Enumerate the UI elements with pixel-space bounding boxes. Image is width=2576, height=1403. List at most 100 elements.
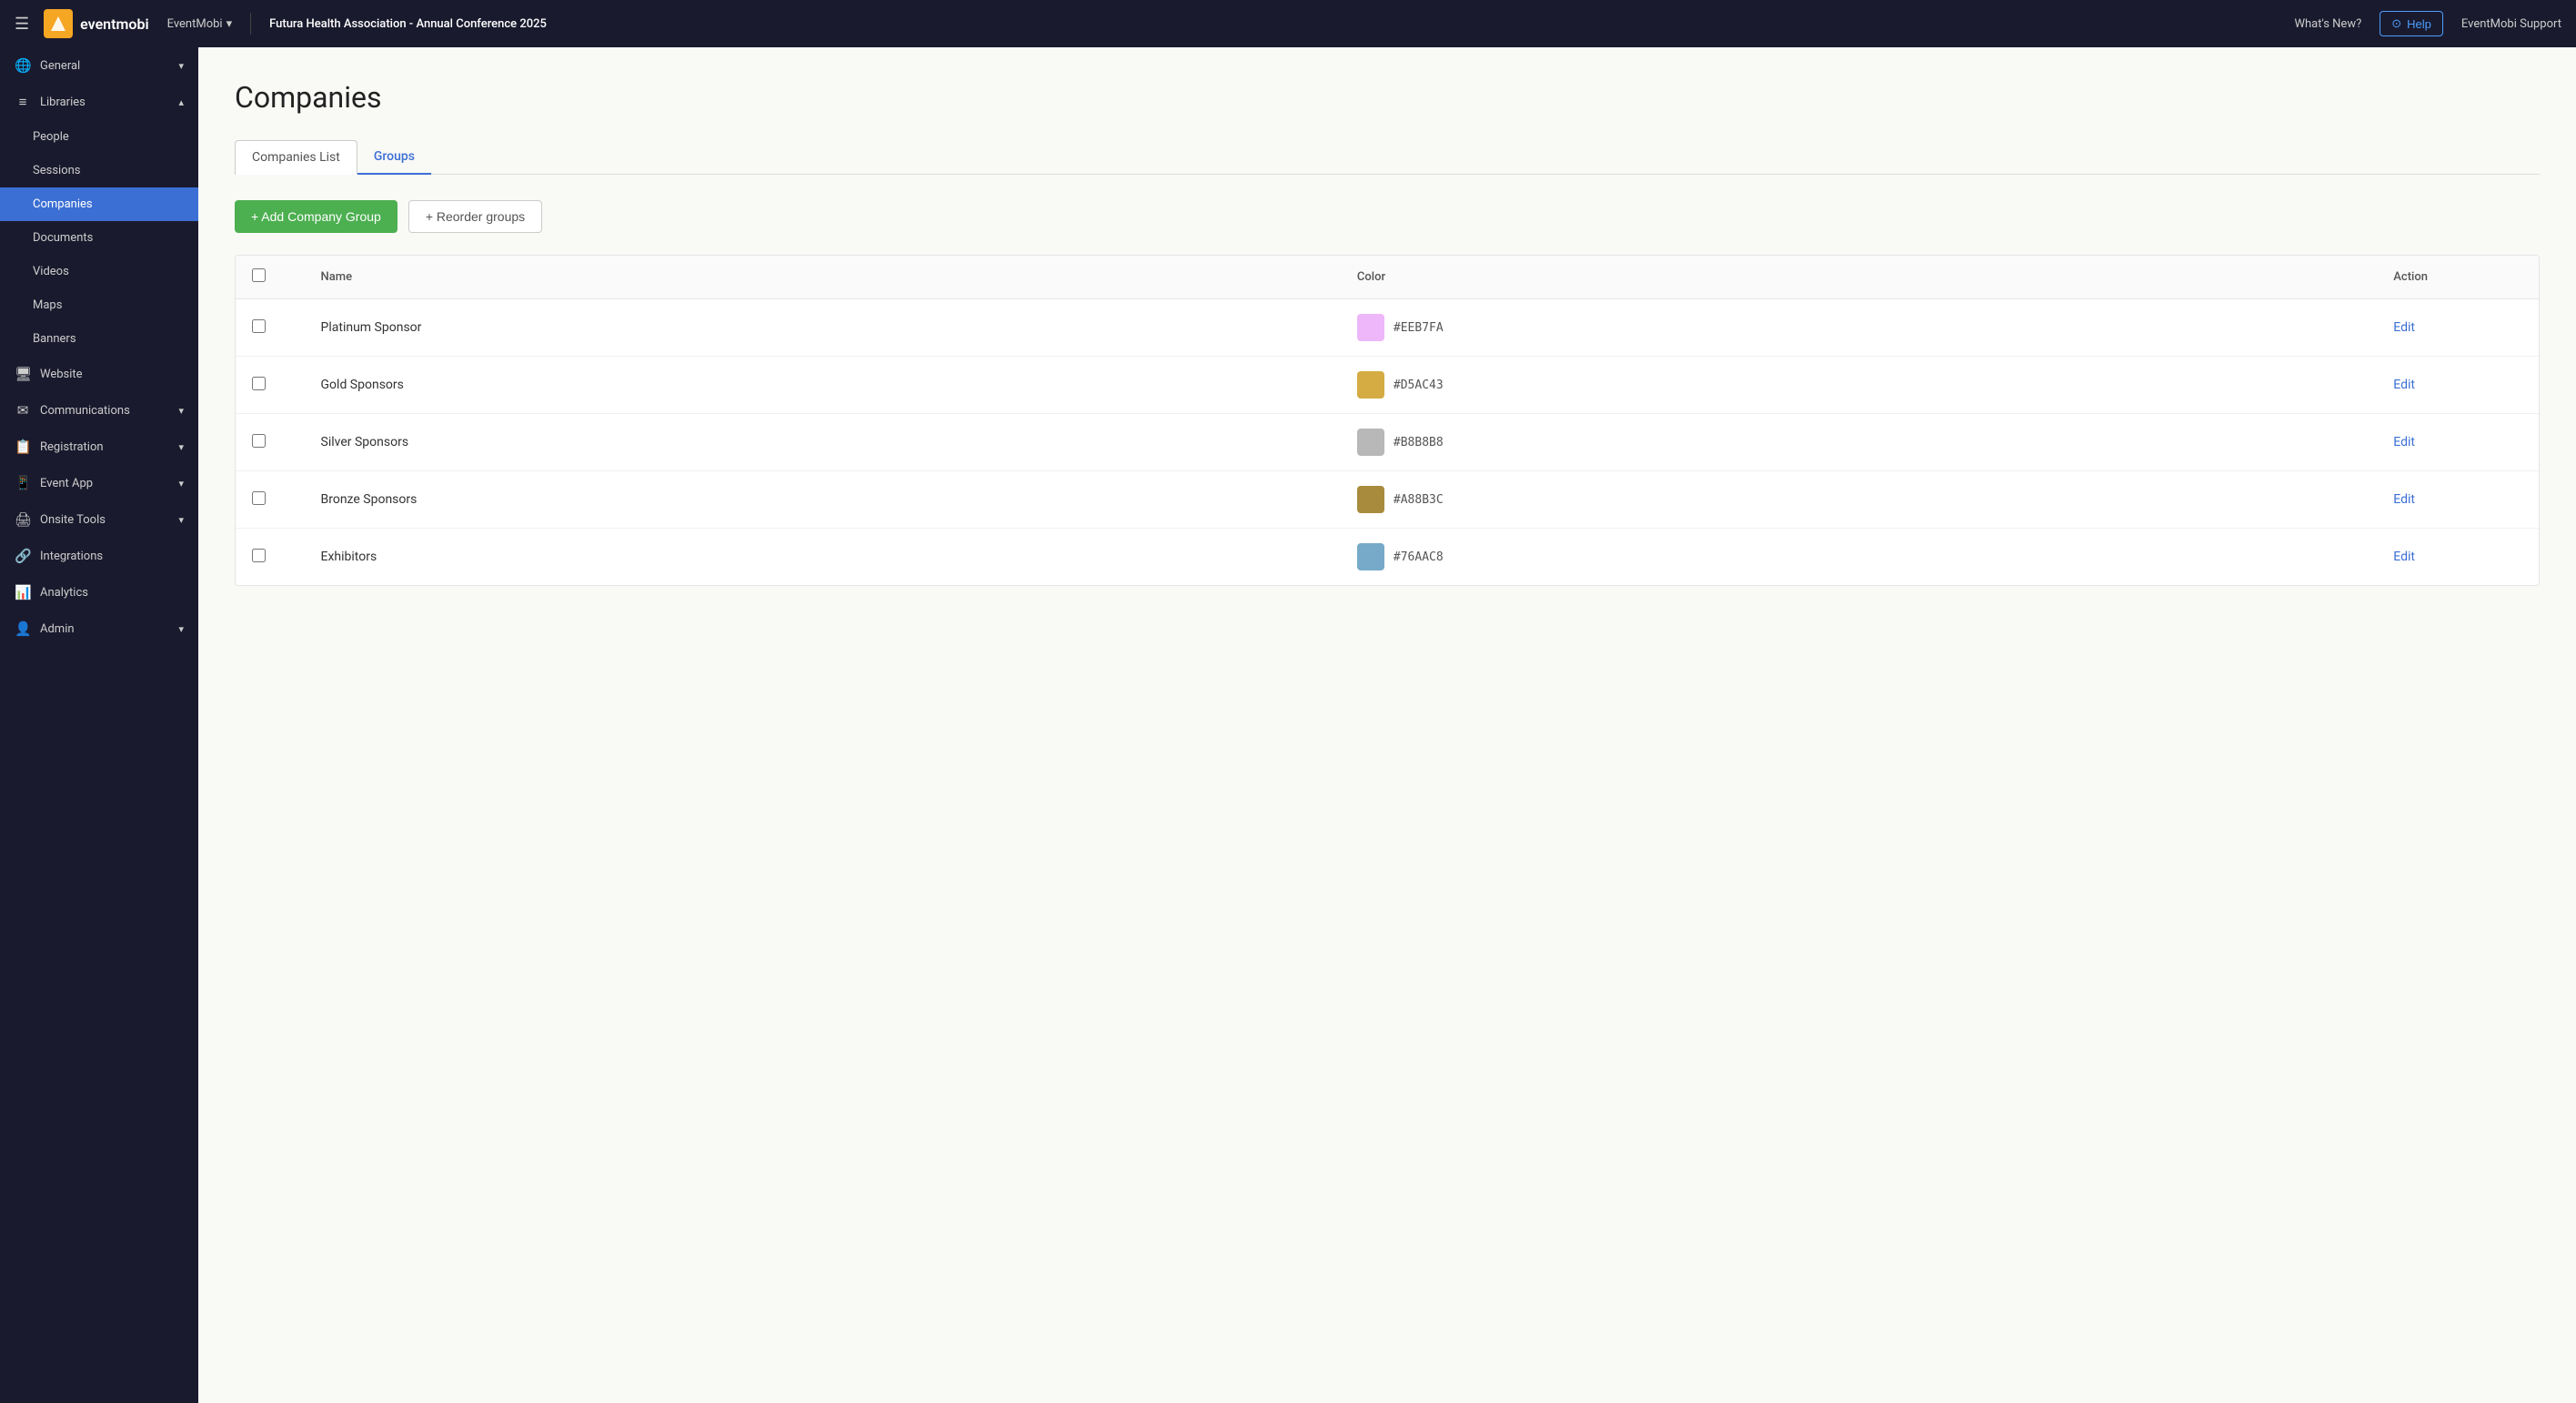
actions-bar: + Add Company Group + Reorder groups	[235, 200, 2540, 233]
logo-text: eventmobi	[80, 15, 148, 33]
person-icon: 👤	[15, 621, 31, 637]
color-swatch	[1357, 486, 1384, 513]
color-hex-value: #76AAC8	[1394, 550, 1444, 564]
phone-icon: 📱	[15, 475, 31, 491]
row-action: Edit	[2377, 529, 2539, 586]
topnav-right: What's New? ⊙ Help EventMobi Support	[2294, 11, 2561, 36]
sidebar-item-sessions[interactable]: Sessions	[0, 154, 198, 187]
chevron-down-icon: ▾	[178, 478, 184, 490]
event-selector[interactable]: EventMobi ▾	[167, 17, 233, 31]
help-button-label: Help	[2407, 17, 2431, 31]
sidebar-item-label: Libraries	[40, 96, 169, 109]
row-checkbox[interactable]	[252, 434, 266, 448]
row-checkbox[interactable]	[252, 491, 266, 505]
row-checkbox[interactable]	[252, 549, 266, 562]
row-checkbox-cell	[236, 529, 305, 586]
sidebar-item-maps[interactable]: Maps	[0, 288, 198, 322]
sidebar-item-label: Documents	[33, 231, 184, 245]
main-content: Companies Companies List Groups + Add Co…	[198, 47, 2576, 1403]
clipboard-icon: 📋	[15, 439, 31, 455]
table-row: Silver Sponsors #B8B8B8 Edit	[236, 414, 2539, 471]
sidebar-item-label: Event App	[40, 477, 169, 490]
sidebar-item-label: Banners	[33, 332, 184, 346]
header-name: Name	[305, 256, 1341, 299]
sidebar-item-analytics[interactable]: 📊 Analytics	[0, 574, 198, 611]
edit-link[interactable]: Edit	[2393, 550, 2415, 564]
sidebar-item-label: Videos	[33, 265, 184, 278]
sidebar-item-label: Companies	[33, 197, 184, 211]
sidebar-item-event-app[interactable]: 📱 Event App ▾	[0, 465, 198, 501]
add-company-group-button[interactable]: + Add Company Group	[235, 200, 397, 233]
color-hex-value: #EEB7FA	[1394, 321, 1444, 335]
chart-icon: 📊	[15, 584, 31, 601]
support-link[interactable]: EventMobi Support	[2461, 17, 2561, 31]
chevron-down-icon: ▾	[178, 405, 184, 417]
header-action: Action	[2377, 256, 2539, 299]
edit-link[interactable]: Edit	[2393, 435, 2415, 449]
sidebar-item-registration[interactable]: 📋 Registration ▾	[0, 429, 198, 465]
row-checkbox-cell	[236, 299, 305, 357]
sidebar-item-onsite-tools[interactable]: 🖨 Onsite Tools ▾	[0, 501, 198, 538]
sidebar-item-documents[interactable]: Documents	[0, 221, 198, 255]
color-swatch	[1357, 371, 1384, 399]
sidebar-item-companies[interactable]: Companies	[0, 187, 198, 221]
row-color: #76AAC8	[1341, 529, 2377, 586]
logo-icon	[44, 9, 73, 38]
link-icon: 🔗	[15, 548, 31, 564]
row-color: #EEB7FA	[1341, 299, 2377, 357]
logo[interactable]: eventmobi	[44, 9, 148, 38]
sidebar-item-admin[interactable]: 👤 Admin ▾	[0, 611, 198, 647]
page-title: Companies	[235, 80, 2540, 115]
chevron-down-icon: ▾	[178, 60, 184, 72]
sidebar-item-website[interactable]: 🖥 Website	[0, 356, 198, 392]
sidebar-item-label: General	[40, 59, 169, 73]
row-checkbox[interactable]	[252, 319, 266, 333]
chevron-up-icon: ▴	[178, 96, 184, 108]
groups-table: Name Color Action Platinum Sponsor #EEB7…	[236, 256, 2539, 585]
row-action: Edit	[2377, 414, 2539, 471]
sidebar-item-banners[interactable]: Banners	[0, 322, 198, 356]
sidebar-item-people[interactable]: People	[0, 120, 198, 154]
sidebar-item-integrations[interactable]: 🔗 Integrations	[0, 538, 198, 574]
sidebar-item-communications[interactable]: ✉ Communications ▾	[0, 392, 198, 429]
sidebar-item-label: People	[33, 130, 184, 144]
row-name: Silver Sponsors	[305, 414, 1341, 471]
tabs-bar: Companies List Groups	[235, 140, 2540, 175]
sidebar-item-libraries[interactable]: ≡ Libraries ▴	[0, 84, 198, 120]
groups-table-wrapper: Name Color Action Platinum Sponsor #EEB7…	[235, 255, 2540, 586]
sidebar-item-videos[interactable]: Videos	[0, 255, 198, 288]
header-checkbox-cell	[236, 256, 305, 299]
main-layout: 🌐 General ▾ ≡ Libraries ▴ People Session…	[0, 47, 2576, 1403]
tab-companies-list[interactable]: Companies List	[235, 140, 357, 175]
table-row: Bronze Sponsors #A88B3C Edit	[236, 471, 2539, 529]
row-checkbox-cell	[236, 414, 305, 471]
color-swatch	[1357, 314, 1384, 341]
event-name: Futura Health Association - Annual Confe…	[269, 17, 2279, 31]
edit-link[interactable]: Edit	[2393, 492, 2415, 507]
row-checkbox[interactable]	[252, 377, 266, 390]
table-row: Exhibitors #76AAC8 Edit	[236, 529, 2539, 586]
row-checkbox-cell	[236, 357, 305, 414]
reorder-groups-button[interactable]: + Reorder groups	[408, 200, 542, 233]
chevron-down-icon: ▾	[178, 623, 184, 635]
help-button[interactable]: ⊙ Help	[2380, 11, 2443, 36]
tab-groups[interactable]: Groups	[357, 140, 431, 175]
sidebar-item-label: Analytics	[40, 586, 184, 600]
row-action: Edit	[2377, 471, 2539, 529]
sidebar-item-label: Website	[40, 368, 184, 381]
sidebar-item-general[interactable]: 🌐 General ▾	[0, 47, 198, 84]
sidebar-item-label: Communications	[40, 404, 169, 418]
sidebar-item-label: Maps	[33, 298, 184, 312]
select-all-checkbox[interactable]	[252, 268, 266, 282]
edit-link[interactable]: Edit	[2393, 378, 2415, 392]
chevron-down-icon: ▾	[178, 441, 184, 453]
mail-icon: ✉	[15, 402, 31, 419]
table-row: Platinum Sponsor #EEB7FA Edit	[236, 299, 2539, 357]
color-hex-value: #A88B3C	[1394, 493, 1444, 507]
hamburger-menu-icon[interactable]: ☰	[15, 15, 29, 34]
edit-link[interactable]: Edit	[2393, 320, 2415, 335]
help-circle-icon: ⊙	[2391, 16, 2401, 31]
row-action: Edit	[2377, 299, 2539, 357]
whats-new-link[interactable]: What's New?	[2294, 17, 2361, 31]
row-action: Edit	[2377, 357, 2539, 414]
